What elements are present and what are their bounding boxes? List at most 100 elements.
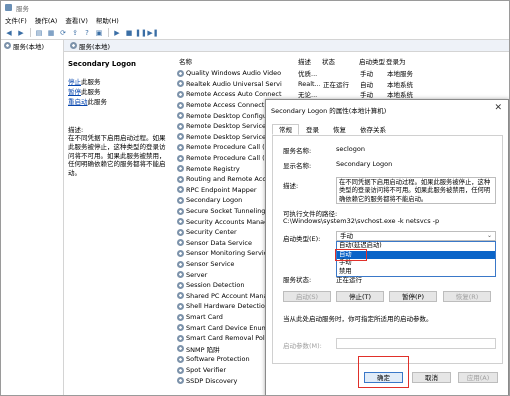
gear-icon (177, 186, 184, 194)
services-window: 服务 文件(F) 操作(A) 查看(V) 帮助(H) ◀ ▶ ▤ ▦ ⟳ ⇪ ?… (0, 0, 510, 396)
resume-button[interactable]: 恢复(R) (443, 291, 491, 302)
service-logon-as: 本地服务 (387, 70, 413, 79)
apply-button[interactable]: 应用(A) (458, 372, 498, 383)
gear-icon (177, 122, 184, 130)
tab-recovery[interactable]: 恢复 (326, 124, 353, 135)
stop-button[interactable]: 停止(T) (336, 291, 384, 302)
start-parameters-label: 启动参数(M): (283, 342, 322, 350)
description-label: 描述: (68, 126, 84, 134)
menu-view[interactable]: 查看(V) (61, 15, 92, 25)
column-header-status[interactable]: 状态 (322, 56, 335, 66)
window-title: 服务 (16, 4, 29, 13)
gear-icon (177, 355, 184, 363)
ok-button[interactable]: 确定 (364, 372, 403, 383)
service-row[interactable]: Realtek Audio Universal Service Realt... 正… (174, 79, 508, 90)
column-header-description[interactable]: 描述 (298, 56, 311, 66)
service-row[interactable]: Quality Windows Audio Video Experi... 优质.… (174, 68, 508, 79)
service-action-links: 停止此服务 暂停此服务 重启动此服务 (68, 77, 107, 107)
gear-icon (177, 377, 184, 385)
cancel-button[interactable]: 取消 (412, 372, 451, 383)
back-icon[interactable]: ◀ (5, 29, 13, 37)
gear-icon (177, 366, 184, 374)
services-app-icon (5, 4, 12, 11)
gear-icon (177, 69, 184, 77)
gear-icon (177, 313, 184, 321)
description-textbox[interactable]: 在不同凭据下启用启动过程。如果此服务被停止，这种类型的登录访问将不可用。如果此服… (336, 177, 496, 204)
stop-service-icon[interactable]: ■ (125, 29, 133, 37)
highlight-box (335, 249, 367, 261)
title-bar: 服务 (1, 1, 509, 14)
service-name-label: 服务名称: (283, 147, 312, 155)
gear-icon (177, 249, 184, 257)
restart-link[interactable]: 重启动 (68, 98, 88, 106)
tree-item-services-local[interactable]: 服务(本地) (1, 40, 63, 51)
column-header-logon-as[interactable]: 登录为 (386, 56, 406, 66)
menu-file[interactable]: 文件(F) (1, 15, 31, 25)
display-name-label: 显示名称: (283, 162, 312, 170)
gear-icon (177, 175, 184, 183)
tab-general[interactable]: 常规 (272, 124, 299, 135)
tab-dependencies[interactable]: 依存关系 (353, 124, 393, 135)
service-status-value: 正在运行 (336, 276, 362, 284)
pause-service-icon[interactable]: ❚❚ (135, 29, 147, 37)
restart-service-icon[interactable]: ▶❚ (147, 29, 158, 37)
service-logon-as: 本地系统 (387, 80, 413, 89)
tree-item-label: 服务(本地) (13, 42, 45, 51)
link-suffix: 此服务 (81, 78, 101, 86)
column-header-startup-type[interactable]: 启动类型 (359, 56, 385, 66)
executable-path-value: C:\Windows\system32\svchost.exe -k netsv… (283, 217, 440, 225)
gear-icon (177, 334, 184, 342)
service-logon-as: 本地系统 (387, 91, 413, 100)
properties-icon[interactable]: ▦ (47, 29, 55, 37)
toolbar-separator (108, 28, 109, 37)
stop-link[interactable]: 停止 (68, 78, 81, 86)
service-name-value: seclogon (336, 145, 365, 153)
column-header-name[interactable]: 名称 (179, 56, 192, 66)
forward-icon[interactable]: ▶ (17, 29, 25, 37)
show-tree-icon[interactable]: ▤ (35, 29, 43, 37)
startup-type-label: 启动类型(E): (283, 235, 321, 243)
gear-icon (177, 260, 184, 268)
pause-button[interactable]: 暂停(P) (389, 291, 437, 302)
gear-icon (177, 90, 184, 98)
console-tree: 服务(本地) (1, 40, 64, 395)
gear-icon (177, 80, 184, 88)
mmc-icon[interactable]: ▣ (95, 29, 103, 37)
service-startup-type: 自动 (360, 80, 373, 89)
gear-icon (177, 143, 184, 151)
toolbar: ◀ ▶ ▤ ▦ ⟳ ⇪ ? ▣ ▶ ■ ❚❚ ▶❚ (1, 26, 509, 40)
export-icon[interactable]: ⇪ (71, 29, 79, 37)
gear-icon (177, 112, 184, 120)
service-description: 优质... (298, 70, 318, 79)
menu-bar: 文件(F) 操作(A) 查看(V) 帮助(H) (1, 14, 509, 26)
start-parameters-input[interactable] (336, 338, 496, 349)
start-service-icon[interactable]: ▶ (113, 29, 121, 37)
general-tab-panel: 服务名称: seclogon 显示名称: Secondary Logon 描述:… (272, 135, 503, 364)
chevron-down-icon: ⌄ (486, 232, 492, 239)
link-suffix: 此服务 (87, 98, 108, 106)
gear-icon (177, 302, 184, 310)
refresh-icon[interactable]: ⟳ (59, 29, 67, 37)
gear-icon (177, 101, 184, 109)
description-label: 描述: (283, 182, 299, 190)
menu-help[interactable]: 帮助(H) (92, 15, 123, 25)
toolbar-separator (30, 28, 31, 37)
help-icon[interactable]: ? (83, 29, 91, 37)
tab-logon[interactable]: 登录 (299, 124, 326, 135)
service-startup-type: 手动 (360, 70, 373, 79)
panel-header: 服务(本地) (64, 40, 509, 52)
service-name: Realtek Audio Universal Service (186, 79, 282, 88)
gear-icon (4, 42, 11, 49)
menu-action[interactable]: 操作(A) (31, 15, 62, 25)
start-parameters-hint: 当从此处启动服务时，你可指定所适用的启动参数。 (283, 315, 433, 323)
gear-icon (177, 281, 184, 289)
gear-icon (70, 42, 77, 49)
gear-icon (177, 165, 184, 173)
description-pane: Secondary Logon 停止此服务 暂停此服务 重启动此服务 描述: 在… (64, 52, 172, 395)
startup-type-select[interactable]: 手动 ⌄ (336, 231, 496, 241)
service-description: Realt... (298, 79, 320, 88)
close-icon[interactable]: ✕ (494, 103, 502, 113)
start-button[interactable]: 启动(S) (283, 291, 331, 302)
service-status-label: 服务状态: (283, 276, 312, 284)
pause-link[interactable]: 暂停 (68, 88, 81, 96)
